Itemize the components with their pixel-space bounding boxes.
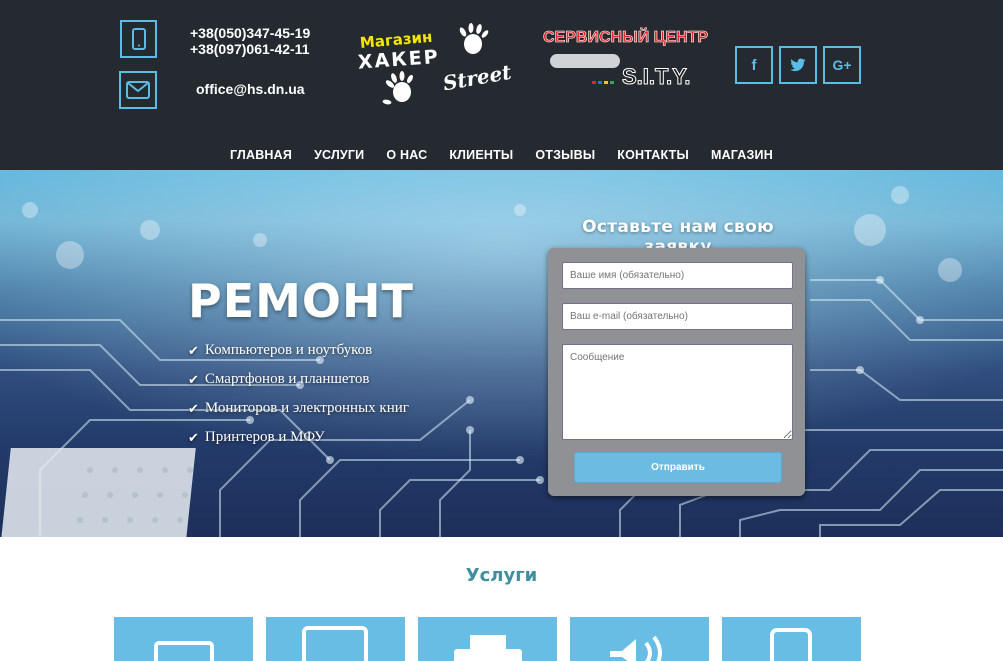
nav-item-contacts[interactable]: КОНТАКТЫ — [617, 148, 689, 162]
logo-service-title: СЕРВИСНЫЙ ЦЕНТР — [543, 27, 708, 46]
chip-component — [0, 448, 196, 537]
phone-numbers: +38(050)347-45-19 +38(097)061-42-11 — [190, 25, 310, 57]
logo-street-text: Street — [441, 60, 514, 96]
haker-street-logo[interactable]: Магазин ХАКЕР Street — [355, 22, 525, 110]
hero-banner: РЕМОНТ ✔ Компьютеров и ноутбуков ✔ Смартфо… — [0, 170, 1003, 537]
repair-item-label: Смартфонов и планшетов — [204, 371, 370, 387]
email-link[interactable]: office@hs.dn.ua — [196, 81, 305, 97]
logo-sity-text: S.I.T.Y. — [622, 64, 690, 88]
check-icon: ✔ — [188, 400, 199, 416]
circuit-board-background — [0, 170, 1003, 537]
repair-item: ✔ Компьютеров и ноутбуков — [188, 336, 409, 365]
check-icon: ✔ — [188, 429, 199, 445]
nav-item-services[interactable]: УСЛУГИ — [314, 148, 364, 162]
service-center-logo[interactable]: СЕРВИСНЫЙ ЦЕНТР S.I.T.Y. — [540, 26, 715, 90]
repair-item-label: Мониторов и электронных книг — [204, 400, 409, 416]
service-card-tablet[interactable] — [266, 617, 405, 661]
logo-haker-text: ХАКЕР — [357, 46, 440, 74]
phone-contact-icon — [120, 20, 157, 58]
twitter-icon[interactable] — [779, 46, 817, 84]
check-icon: ✔ — [188, 371, 199, 387]
repair-list: ✔ Компьютеров и ноутбуков ✔ Смартфонов и п… — [188, 336, 409, 452]
mail-contact-icon — [119, 71, 157, 109]
main-nav: ГЛАВНАЯ УСЛУГИ О НАС КЛИЕНТЫ ОТЗЫВЫ КОНТ… — [0, 148, 1003, 162]
request-form: Отправить — [548, 248, 805, 496]
tablet-icon — [302, 626, 368, 661]
name-field[interactable] — [562, 262, 793, 289]
hero-title: РЕМОНТ — [188, 274, 414, 328]
email-field[interactable] — [562, 303, 793, 330]
service-card-phone[interactable] — [722, 617, 861, 661]
facebook-icon[interactable]: f — [735, 46, 773, 84]
laptop-icon — [154, 641, 214, 661]
message-field[interactable] — [562, 344, 793, 440]
nav-item-clients[interactable]: КЛИЕНТЫ — [449, 148, 513, 162]
service-card-laptop[interactable] — [114, 617, 253, 661]
repair-item: ✔ Мониторов и электронных книг — [188, 394, 409, 423]
google-plus-icon[interactable]: G+ — [823, 46, 861, 84]
nav-item-reviews[interactable]: ОТЗЫВЫ — [535, 148, 595, 162]
speaker-icon — [610, 635, 662, 661]
service-card-speaker[interactable] — [570, 617, 709, 661]
repair-item: ✔ Смартфонов и планшетов — [188, 365, 409, 394]
check-icon: ✔ — [188, 342, 199, 358]
phone-number-1[interactable]: +38(050)347-45-19 — [190, 25, 310, 41]
repair-item-label: Принтеров и МФУ — [204, 429, 325, 445]
repair-item-label: Компьютеров и ноутбуков — [204, 342, 373, 358]
site-header: +38(050)347-45-19 +38(097)061-42-11 offi… — [0, 0, 1003, 170]
service-card-printer[interactable] — [418, 617, 557, 661]
nav-item-home[interactable]: ГЛАВНАЯ — [230, 148, 292, 162]
services-title: Услуги — [465, 565, 538, 586]
phone-number-2[interactable]: +38(097)061-42-11 — [190, 41, 310, 57]
nav-item-shop[interactable]: МАГАЗИН — [711, 148, 773, 162]
phone-icon — [770, 628, 812, 661]
submit-button[interactable]: Отправить — [574, 452, 782, 483]
repair-item: ✔ Принтеров и МФУ — [188, 423, 409, 452]
printer-icon — [454, 635, 522, 661]
nav-item-about[interactable]: О НАС — [386, 148, 427, 162]
